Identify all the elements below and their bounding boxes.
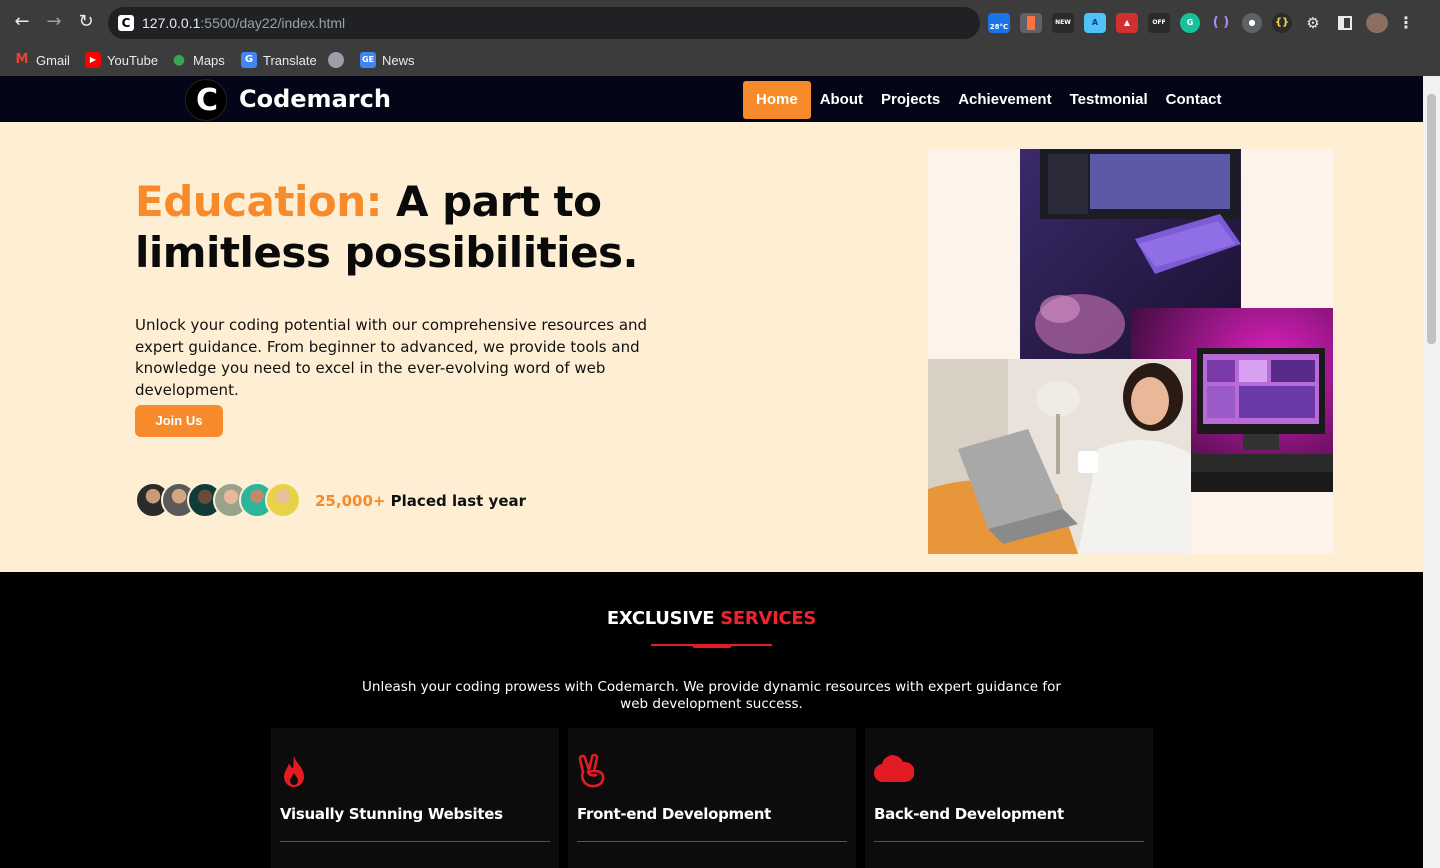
- menu-item-about[interactable]: About: [811, 81, 872, 119]
- pdf-extension-icon[interactable]: ▲: [1116, 13, 1138, 33]
- site-favicon-icon: C: [118, 15, 134, 31]
- off-extension-icon[interactable]: OFF: [1148, 13, 1170, 33]
- wave-extension-icon[interactable]: ●: [1242, 13, 1262, 33]
- globe-icon: [328, 52, 344, 68]
- forward-icon[interactable]: →: [43, 11, 65, 33]
- card-divider: [874, 841, 1144, 842]
- translate-icon: G: [241, 52, 257, 68]
- card-divider: [577, 841, 847, 842]
- card-title: Back-end Development: [874, 805, 1064, 823]
- fire-icon: [280, 754, 320, 790]
- logo-icon[interactable]: C: [185, 79, 227, 121]
- json-extension-icon[interactable]: {}: [1272, 13, 1292, 33]
- grammarly-icon[interactable]: G: [1180, 13, 1200, 33]
- card-divider: [280, 841, 550, 842]
- page-viewport: C Codemarch Home About Projects Achievem…: [0, 76, 1423, 868]
- new-extension-icon[interactable]: NEW: [1052, 13, 1074, 33]
- bookmark-maps[interactable]: ● Maps: [171, 50, 225, 70]
- avatar: [265, 482, 301, 518]
- cloud-icon: [873, 754, 915, 790]
- scrollbar-thumb[interactable]: [1427, 94, 1436, 344]
- profile-avatar[interactable]: [1366, 13, 1388, 33]
- menu-item-home[interactable]: Home: [743, 81, 811, 119]
- site-navbar: C Codemarch Home About Projects Achievem…: [0, 76, 1423, 122]
- woman-laptop-photo: [928, 359, 1191, 554]
- brackets-extension-icon[interactable]: ( ): [1210, 13, 1232, 33]
- bookmark-youtube[interactable]: ▶ YouTube: [85, 50, 158, 70]
- heading-underline-accent: [692, 644, 732, 648]
- maps-icon: ●: [172, 52, 186, 68]
- services-heading: EXCLUSIVE SERVICES: [606, 608, 817, 629]
- hero-section: Education: A part to limitless possibili…: [0, 122, 1423, 572]
- services-description: Unleash your coding prowess with Codemar…: [362, 679, 1061, 712]
- news-icon: GE: [360, 52, 376, 68]
- peace-hand-icon: [577, 753, 617, 790]
- translate-extension-icon[interactable]: A: [1084, 13, 1106, 33]
- more-menu-icon[interactable]: ⋮: [1398, 13, 1412, 33]
- puzzle-icon[interactable]: ⚙: [1302, 13, 1324, 33]
- bookmark-translate[interactable]: G Translate: [241, 50, 317, 70]
- service-card[interactable]: Front-end Development: [568, 728, 856, 868]
- menu-item-projects[interactable]: Projects: [872, 81, 949, 119]
- placed-stat: 25,000+ Placed last year: [315, 492, 527, 510]
- weather-extension-icon[interactable]: 28°C: [988, 13, 1010, 33]
- hero-heading: Education: A part to limitless possibili…: [135, 177, 639, 277]
- menu-item-achievement[interactable]: Achievement: [949, 81, 1060, 119]
- url-text[interactable]: 127.0.0.1:5500/day22/index.html: [142, 15, 345, 31]
- card-title: Front-end Development: [577, 805, 771, 823]
- bookmarks-bar: M Gmail ▶ YouTube ● Maps G Translate GE …: [0, 44, 1440, 76]
- service-card[interactable]: Visually Stunning Websites: [271, 728, 559, 868]
- join-us-button[interactable]: Join Us: [135, 405, 223, 437]
- bookmark-globe[interactable]: [328, 50, 344, 70]
- menu-item-contact[interactable]: Contact: [1157, 81, 1231, 119]
- reload-icon[interactable]: ↻: [75, 11, 97, 33]
- card-title: Visually Stunning Websites: [280, 805, 503, 823]
- brand-name[interactable]: Codemarch: [239, 85, 391, 113]
- youtube-icon: ▶: [85, 52, 101, 68]
- main-menu: Home About Projects Achievement Testmoni…: [743, 81, 1231, 119]
- gmail-icon: M: [15, 52, 29, 67]
- address-bar[interactable]: C 127.0.0.1:5500/day22/index.html: [108, 7, 980, 39]
- bookmark-news[interactable]: GE News: [360, 50, 415, 70]
- extensions-strip: 28°C NEW A ▲ OFF G ( ) ● {} ⚙ ⋮: [988, 12, 1412, 34]
- extension-icon[interactable]: [1020, 13, 1042, 33]
- hero-collage: [928, 149, 1333, 554]
- side-panel-icon[interactable]: [1334, 13, 1356, 33]
- browser-toolbar: ← → ↻ C 127.0.0.1:5500/day22/index.html …: [0, 0, 1440, 44]
- menu-item-testmonial[interactable]: Testmonial: [1061, 81, 1157, 119]
- page-scrollbar[interactable]: [1423, 76, 1440, 868]
- services-section: EXCLUSIVE SERVICES Unleash your coding p…: [0, 572, 1423, 868]
- back-icon[interactable]: ←: [11, 11, 33, 33]
- hero-paragraph: Unlock your coding potential with our co…: [135, 316, 648, 399]
- service-card[interactable]: Back-end Development: [865, 728, 1153, 868]
- bookmark-gmail[interactable]: M Gmail: [14, 50, 70, 70]
